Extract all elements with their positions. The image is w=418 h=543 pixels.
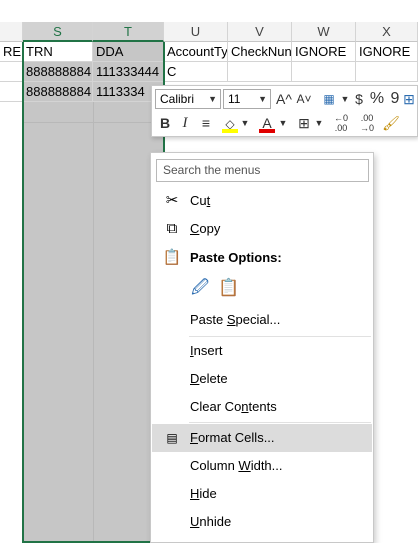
cell-styles-icon: ▦: [323, 92, 335, 106]
table-icon: ⊞: [403, 91, 415, 107]
grow-font-button[interactable]: A^: [275, 89, 293, 109]
cell-ignore-2[interactable]: [356, 62, 418, 82]
font-size-dropdown[interactable]: 11 ▼: [223, 89, 271, 109]
border-grid-icon: ⊞: [298, 115, 310, 131]
cell-trn[interactable]: 888888884: [23, 82, 93, 102]
menu-item-label: Hide: [190, 486, 217, 501]
chevron-down-icon[interactable]: ▼: [240, 113, 250, 133]
shrink-font-button[interactable]: A˅: [295, 89, 313, 109]
menu-item-column-width[interactable]: Column Width...: [152, 452, 372, 480]
menu-item-unhide[interactable]: Unhide: [152, 508, 372, 536]
column-header-v[interactable]: V: [228, 22, 292, 42]
cell-dda[interactable]: 111333444: [93, 62, 164, 82]
scissors-icon: ✂: [165, 192, 179, 209]
chevron-down-icon[interactable]: ▼: [278, 113, 288, 133]
column-header-x[interactable]: X: [356, 22, 418, 42]
column-header-u[interactable]: U: [164, 22, 228, 42]
decrease-decimal-icon: .00 →0: [359, 113, 374, 133]
menu-item-hide[interactable]: Hide: [152, 480, 372, 508]
menu-item-label: Format Cells...: [190, 430, 275, 445]
fill-color-button[interactable]: ◇: [220, 113, 240, 133]
menu-item-copy[interactable]: ⧉ Copy: [152, 215, 372, 243]
align-center-button[interactable]: ≡: [198, 113, 214, 133]
column-divider: [93, 102, 94, 543]
font-color-button[interactable]: A: [258, 113, 276, 133]
borders-button[interactable]: ⊞: [295, 113, 313, 133]
chevron-down-icon: ▼: [258, 94, 267, 104]
cell-left-header[interactable]: RE: [0, 42, 23, 62]
cell-ignore-header-1[interactable]: IGNORE: [292, 42, 356, 62]
mini-toolbar: Calibri ▼ 11 ▼ A^ A˅ ▦ ▼ $ % 9 ⊞ B I ≡ ◇…: [151, 85, 418, 137]
accounting-format-button[interactable]: $: [352, 89, 366, 109]
increase-decimal-icon: ←0.00: [333, 113, 348, 133]
menu-item-paste-special[interactable]: Paste Special...: [152, 306, 372, 334]
menu-item-label: Clear Contents: [190, 399, 277, 414]
cell-trn[interactable]: 888888884: [23, 62, 93, 82]
font-name-value: Calibri: [160, 92, 195, 106]
bold-button[interactable]: B: [157, 113, 173, 133]
paintbrush-icon: 🖌: [382, 115, 400, 131]
cell-account-type[interactable]: C: [164, 62, 228, 82]
menu-item-format-cells[interactable]: ▤ Format Cells...: [152, 424, 372, 452]
format-cells-icon: ▤: [166, 431, 178, 445]
menu-item-cut[interactable]: ✂ Cut: [152, 187, 372, 215]
cell-check-number-header[interactable]: CheckNun: [228, 42, 292, 62]
decrease-decimal-button[interactable]: .00 →0: [356, 113, 378, 133]
chevron-down-icon[interactable]: ▼: [314, 113, 324, 133]
cell-account-type-header[interactable]: AccountTy: [164, 42, 228, 62]
column-header-t[interactable]: T: [93, 22, 164, 42]
menu-item-label: Paste Special...: [190, 312, 281, 327]
font-color-swatch: [259, 129, 275, 133]
paste-values-icon[interactable]: 📋: [217, 275, 241, 301]
row-divider: [23, 122, 164, 123]
paste-options-label: Paste Options:: [190, 250, 282, 265]
clipboard-icon: 📋: [162, 249, 182, 266]
chevron-down-icon[interactable]: ▼: [340, 89, 350, 109]
menu-item-label: Delete: [190, 371, 228, 386]
format-table-button[interactable]: ⊞: [401, 89, 417, 109]
menu-separator: [189, 422, 371, 423]
chevron-down-icon: ▼: [208, 94, 217, 104]
font-name-dropdown[interactable]: Calibri ▼: [155, 89, 221, 109]
copy-icon: ⧉: [166, 220, 178, 237]
italic-button[interactable]: I: [178, 113, 192, 133]
cell-left-r2[interactable]: [0, 62, 23, 82]
font-size-value: 11: [228, 92, 241, 106]
search-menus-input[interactable]: Search the menus: [156, 159, 369, 182]
cell-trn-header[interactable]: TRN: [23, 42, 93, 62]
align-center-icon: ≡: [201, 115, 211, 131]
menu-item-clear-contents[interactable]: Clear Contents: [152, 393, 372, 421]
cell-left-r3[interactable]: [0, 82, 23, 102]
context-menu: Search the menus ✂ Cut ⧉ Copy 📋 Paste Op…: [150, 152, 374, 543]
percent-style-button[interactable]: %: [368, 89, 386, 109]
menu-item-delete[interactable]: Delete: [152, 365, 372, 393]
cell-ignore-1[interactable]: [292, 62, 356, 82]
cell-check-number[interactable]: [228, 62, 292, 82]
increase-decimal-button[interactable]: ←0.00: [330, 113, 352, 133]
cell-ignore-header-2[interactable]: IGNORE: [356, 42, 418, 62]
left-column-area[interactable]: [0, 102, 23, 543]
column-header-s[interactable]: S: [23, 22, 93, 42]
menu-item-label: Column Width...: [190, 458, 283, 473]
menu-item-label: Copy: [190, 221, 221, 236]
menu-item-label: Unhide: [190, 514, 232, 529]
menu-item-paste-options: 📋 Paste Options:: [152, 244, 372, 272]
column-header-w[interactable]: W: [292, 22, 356, 42]
menu-item-label: Insert: [190, 343, 223, 358]
cell-styles-button[interactable]: ▦: [318, 89, 340, 109]
fill-color-swatch: [222, 129, 238, 133]
paste-formatting-icon[interactable]: 🖉: [188, 275, 212, 301]
menu-item-insert[interactable]: Insert: [152, 337, 372, 365]
comma-style-button[interactable]: 9: [388, 89, 402, 109]
format-painter-button[interactable]: 🖌: [382, 113, 400, 133]
cell-dda-header[interactable]: DDA: [93, 42, 164, 62]
menu-item-label: Cut: [190, 193, 211, 208]
column-header-left[interactable]: [0, 22, 23, 42]
